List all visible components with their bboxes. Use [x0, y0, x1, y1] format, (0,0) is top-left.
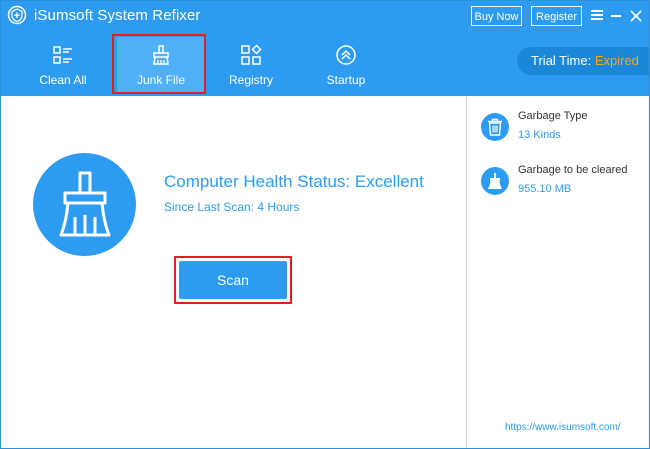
menu-icon[interactable] — [591, 10, 603, 20]
garbage-type-label: Garbage Type — [518, 110, 588, 122]
garbage-to-clear-value: 955.10 MB — [518, 183, 572, 195]
trash-icon — [481, 113, 509, 141]
tab-clean-all[interactable]: Clean All — [22, 39, 104, 93]
buy-now-button[interactable]: Buy Now — [471, 6, 522, 26]
app-title: iSumsoft System Refixer — [34, 7, 201, 24]
last-scan-text: Since Last Scan: 4 Hours — [164, 200, 300, 214]
register-button[interactable]: Register — [531, 6, 582, 26]
health-status-title: Computer Health Status: Excellent — [164, 172, 424, 191]
list-icon — [53, 46, 72, 64]
chevron-up-circle-icon — [336, 45, 356, 65]
app-window: iSumsoft System Refixer Buy Now Register… — [0, 0, 650, 449]
minimize-icon[interactable] — [611, 15, 621, 17]
brush-icon — [153, 45, 169, 65]
header-bar: iSumsoft System Refixer Buy Now Register… — [1, 1, 649, 96]
trial-status: Expired — [594, 53, 639, 68]
garbage-type-value: 13 Kinds — [518, 129, 561, 141]
broom-icon — [59, 171, 111, 237]
scan-button[interactable]: Scan — [179, 261, 287, 299]
tab-startup-label: Startup — [326, 73, 366, 87]
broom-small-icon — [481, 167, 509, 195]
close-icon[interactable] — [629, 9, 643, 23]
grid-icon — [241, 44, 262, 65]
app-logo-icon — [7, 5, 27, 25]
tab-junk-file-label: Junk File — [136, 73, 186, 87]
tab-clean-all-label: Clean All — [39, 73, 87, 87]
website-link[interactable]: https://www.isumsoft.com/ — [505, 422, 621, 433]
trial-time-label: Trial Time: — [531, 53, 592, 68]
tab-registry-label: Registry — [228, 73, 273, 87]
tab-registry[interactable]: Registry — [210, 39, 292, 93]
main-panel: Computer Health Status: Excellent Since … — [1, 96, 466, 448]
health-status-graphic — [33, 153, 136, 256]
garbage-to-clear-label: Garbage to be cleared — [518, 164, 628, 176]
tab-startup[interactable]: Startup — [305, 39, 387, 93]
tab-junk-file[interactable]: Junk File — [117, 37, 205, 93]
trial-time-badge: Trial Time: Expired — [517, 47, 649, 75]
side-panel: Garbage Type 13 Kinds Garbage to be clea… — [467, 96, 649, 448]
